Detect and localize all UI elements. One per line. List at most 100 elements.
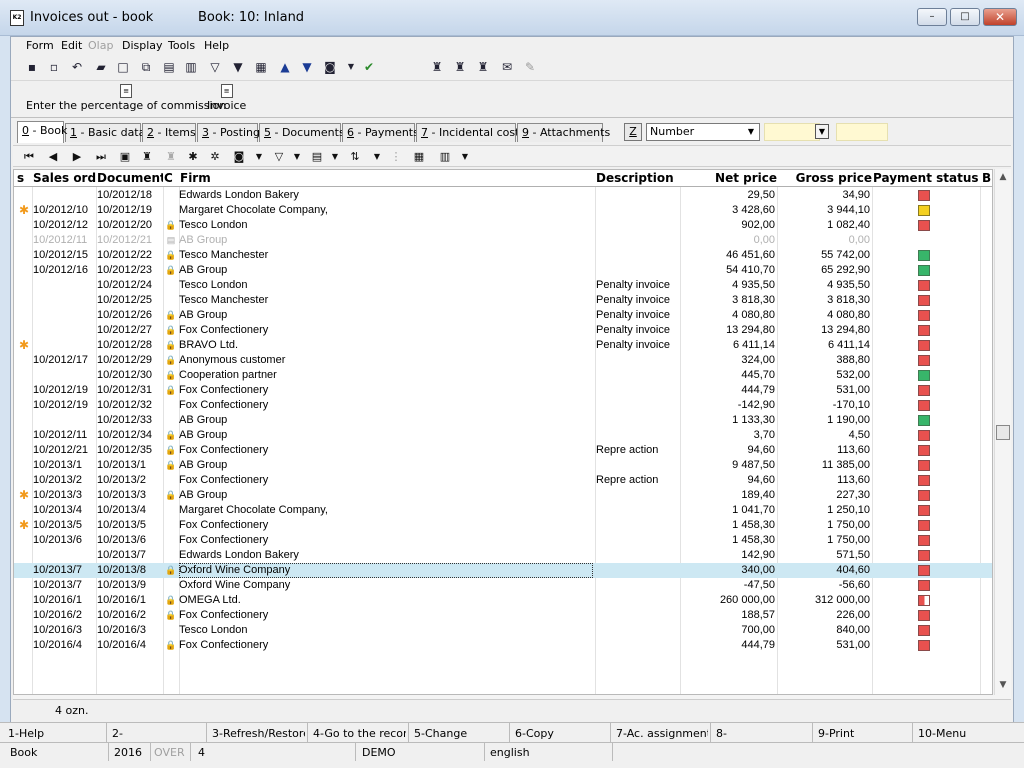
sort-icon[interactable]: ⇅ [347, 149, 363, 165]
table-row[interactable]: 10/2016/3 10/2016/3 Tesco London 700,00 840,… [14, 623, 992, 638]
commission-button[interactable]: ≡ Enter the percentage of commission [26, 84, 226, 112]
table-row[interactable]: 10/2013/6 10/2013/6 Fox Confectionery 1 458… [14, 533, 992, 548]
column-header-s[interactable]: s [17, 171, 31, 186]
find-previous-icon[interactable]: ♜ [475, 59, 491, 75]
table-row[interactable]: 10/2012/21 10/2012/35 🔒 Fox Confectionery Re… [14, 443, 992, 458]
table-row[interactable]: 10/2012/27 🔒 Fox Confectionery Penalty invo… [14, 323, 992, 338]
invoice-button[interactable]: ≡ Invoice [207, 84, 246, 112]
table-row[interactable]: ✱ 10/2013/3 10/2013/3 🔒 AB Group 189,40 227,30 [14, 488, 992, 503]
filter-value-field-2[interactable] [836, 123, 888, 141]
sort-select[interactable]: Number ▼ [646, 123, 760, 141]
table-row[interactable]: 10/2012/16 10/2012/23 🔒 AB Group 54 410,70 65… [14, 263, 992, 278]
tab-posting[interactable]: 3 - Posting [197, 123, 260, 142]
next-record-icon[interactable]: ▶ [69, 149, 85, 165]
binoculars-icon[interactable]: ♜ [139, 149, 155, 165]
minimize-button[interactable]: – [917, 8, 947, 26]
function-key-1[interactable]: 1-Help [8, 727, 104, 741]
add-star-icon[interactable]: ✱ [185, 149, 201, 165]
paste-icon[interactable]: ▤ [161, 59, 177, 75]
new-document-icon[interactable]: □ [115, 59, 131, 75]
camera-icon[interactable]: ◙ [231, 149, 247, 165]
table-row[interactable]: 10/2012/18 Edwards London Bakery 29,50 34,9… [14, 188, 992, 203]
copy-document-icon[interactable]: ⧉ [138, 59, 154, 75]
table-row[interactable]: 10/2012/11 10/2012/21 ▤ AB Group 0,00 0,00 [14, 233, 992, 248]
column-header-pay[interactable]: Payment status [873, 171, 979, 186]
tab-payments[interactable]: 6 - Payments [342, 123, 419, 142]
scroll-up-icon[interactable]: ▲ [995, 169, 1011, 185]
remove-star-icon[interactable]: ✲ [207, 149, 223, 165]
column-header-c[interactable]: C [164, 171, 178, 186]
table-row[interactable]: 10/2012/17 10/2012/29 🔒 Anonymous customer 3… [14, 353, 992, 368]
first-record-icon[interactable]: ⏮ [21, 149, 37, 165]
chevron-down-icon[interactable]: ▼ [343, 59, 359, 75]
table-row[interactable]: 10/2016/1 10/2016/1 🔒 OMEGA Ltd. 260 000,00 3… [14, 593, 992, 608]
camera-icon[interactable]: ◙ [322, 59, 338, 75]
find-next-icon[interactable]: ♜ [452, 59, 468, 75]
close-button[interactable]: ✕ [983, 8, 1017, 26]
column-header-so[interactable]: Sales order [33, 171, 96, 186]
table-row[interactable]: 10/2016/2 10/2016/2 🔒 Fox Confectionery 188,… [14, 608, 992, 623]
report-list-icon[interactable]: ▥ [437, 149, 453, 165]
table-row[interactable]: 10/2012/12 10/2012/20 🔒 Tesco London 902,00 1… [14, 218, 992, 233]
menu-edit[interactable]: Edit [61, 39, 82, 52]
filter-value-field[interactable] [764, 123, 820, 141]
z-button[interactable]: Z [624, 123, 642, 141]
menu-display[interactable]: Display [122, 39, 163, 52]
chevron-down-icon[interactable]: ▼ [457, 149, 473, 165]
column-header-b[interactable]: B [982, 171, 992, 186]
table-row[interactable]: ✱ 10/2012/10 10/2012/19 Margaret Chocolate … [14, 203, 992, 218]
filter-icon[interactable]: ▽ [207, 59, 223, 75]
tab-documents[interactable]: 5 - Documents [259, 123, 345, 142]
chevron-down-icon[interactable]: ▼ [369, 149, 385, 165]
check-export-icon[interactable]: ✔ [361, 59, 377, 75]
tab-attachments[interactable]: 9 - Attachments [517, 123, 610, 142]
filter-list-icon[interactable]: ▼ [230, 59, 246, 75]
tab-basic-data[interactable]: 1 - Basic data [65, 123, 145, 142]
table-row[interactable]: 10/2012/26 🔒 AB Group Penalty invoice 4 080,… [14, 308, 992, 323]
table-row[interactable]: ✱ 10/2012/28 🔒 BRAVO Ltd. Penalty invoice 6 4… [14, 338, 992, 353]
function-key-5[interactable]: 5-Change [414, 727, 507, 741]
previous-record-icon[interactable]: ◀ [45, 149, 61, 165]
table-row[interactable]: 10/2012/25 Tesco Manchester Penalty invoic… [14, 293, 992, 308]
vertical-scrollbar[interactable]: ▲ ▼ [994, 169, 1011, 695]
arrow-up-icon[interactable]: ▲ [277, 59, 293, 75]
chevron-down-icon[interactable]: ▼ [251, 149, 267, 165]
arrow-down-icon[interactable]: ▼ [299, 59, 315, 75]
function-key-4[interactable]: 4-Go to the record [313, 727, 406, 741]
table-row[interactable]: 10/2013/1 10/2013/1 🔒 AB Group 9 487,50 11 38… [14, 458, 992, 473]
scrollbar-thumb[interactable] [996, 425, 1010, 440]
table-row[interactable]: 10/2012/15 10/2012/22 🔒 Tesco Manchester 46 … [14, 248, 992, 263]
function-key-9[interactable]: 9-Print [818, 727, 910, 741]
open-folder-icon[interactable]: ▰ [93, 59, 109, 75]
table-row[interactable]: 10/2012/33 AB Group 1 133,30 1 190,00 [14, 413, 992, 428]
function-key-3[interactable]: 3-Refresh/Restore [212, 727, 305, 741]
menu-form[interactable]: Form [26, 39, 54, 52]
table-row[interactable]: 10/2016/4 10/2016/4 🔒 Fox Confectionery 444,… [14, 638, 992, 653]
column-header-net[interactable]: Net price [681, 171, 777, 186]
function-key-8[interactable]: 8- [716, 727, 810, 741]
table-row[interactable]: 10/2013/4 10/2013/4 Margaret Chocolate Com… [14, 503, 992, 518]
menu-help[interactable]: Help [204, 39, 229, 52]
scroll-down-icon[interactable]: ▼ [995, 677, 1011, 693]
function-key-10[interactable]: 10-Menu [918, 727, 1014, 741]
last-record-icon[interactable]: ⏭ [93, 149, 109, 165]
column-header-firm[interactable]: Firm [180, 171, 594, 186]
tab-incidental-costs[interactable]: 7 - Incidental costs [416, 123, 525, 142]
menu-tools[interactable]: Tools [168, 39, 195, 52]
function-key-7[interactable]: 7-Ac. assignment and [616, 727, 708, 741]
table-row[interactable]: 10/2012/11 10/2012/34 🔒 AB Group 3,70 4,50 [14, 428, 992, 443]
table-row[interactable]: 10/2012/19 10/2012/31 🔒 Fox Confectionery 44… [14, 383, 992, 398]
filter-dropdown-button[interactable]: ▼ [815, 124, 829, 139]
save-all-icon[interactable]: ▫ [46, 59, 62, 75]
table-row[interactable]: 10/2013/7 10/2013/9 Oxford Wine Company -47… [14, 578, 992, 593]
table-row[interactable]: 10/2012/19 10/2012/32 Fox Confectionery -14… [14, 398, 992, 413]
binoculars-icon[interactable]: ♜ [429, 59, 445, 75]
export-icon[interactable]: ▦ [411, 149, 427, 165]
table-row[interactable]: 10/2013/7 Edwards London Bakery 142,90 571,… [14, 548, 992, 563]
chevron-down-icon[interactable]: ▼ [744, 125, 758, 139]
table-row[interactable]: 10/2012/30 🔒 Cooperation partner 445,70 532,… [14, 368, 992, 383]
table-row[interactable]: ✱ 10/2013/5 10/2013/5 Fox Confectionery 1 45… [14, 518, 992, 533]
filter-icon[interactable]: ▽ [271, 149, 287, 165]
table-row[interactable]: 10/2013/2 10/2013/2 Fox Confectionery Repre… [14, 473, 992, 488]
table-row[interactable]: 10/2013/7 10/2013/8 🔒 Oxford Wine Company 34… [14, 563, 992, 578]
